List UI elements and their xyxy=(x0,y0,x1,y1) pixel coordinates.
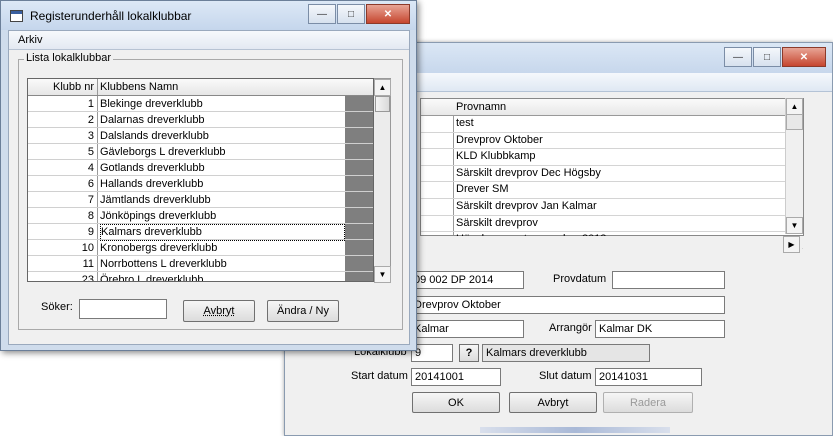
menubar: Arkiv xyxy=(9,31,409,50)
close-icon: ✕ xyxy=(383,8,393,20)
table-row[interactable]: 2 Dalarnas dreverklubb xyxy=(28,112,373,128)
ort-field[interactable]: Kalmar xyxy=(410,320,524,338)
maximize-button[interactable]: □ xyxy=(753,47,781,67)
provnamn-field[interactable]: Drevprov Oktober xyxy=(410,296,725,314)
provdatum-label: Provdatum xyxy=(553,273,607,285)
search-input[interactable] xyxy=(79,299,167,319)
window-title: Registerunderhåll lokalklubbar xyxy=(30,9,192,23)
scroll-down-icon[interactable]: ▼ xyxy=(786,217,803,234)
start-datum-label: Start datum xyxy=(351,370,408,382)
scroll-right-icon[interactable]: ▶ xyxy=(783,236,800,253)
slut-datum-field[interactable]: 20141031 xyxy=(595,368,702,386)
prov-grid[interactable]: Provnamn test Drevprov Oktober KLD Klubb… xyxy=(420,98,804,249)
start-datum-field[interactable]: 20141001 xyxy=(411,368,501,386)
table-row[interactable]: 7 Jämtlands dreverklubb xyxy=(28,192,373,208)
lookup-button[interactable]: ? xyxy=(459,344,479,362)
front-window-titlebar[interactable]: Registerunderhåll lokalklubbar — □ ✕ xyxy=(1,1,416,30)
provnr-field[interactable]: 09 002 DP 2014 xyxy=(410,271,524,289)
arrangor-field[interactable]: Kalmar DK xyxy=(595,320,725,338)
table-row[interactable]: Särskilt drevprov Jan Kalmar xyxy=(421,199,803,216)
scroll-up-icon[interactable]: ▲ xyxy=(374,79,391,96)
provnamn-header: Provnamn xyxy=(456,101,507,113)
club-grid-vscroll[interactable]: ▲ ▼ xyxy=(374,78,391,283)
minimize-icon: — xyxy=(733,51,743,63)
cancel-button[interactable]: Avbryt xyxy=(183,300,255,322)
close-button[interactable]: ✕ xyxy=(366,4,410,24)
club-grid[interactable]: Klubb nr Klubbens Namn 1 Blekinge dreverk… xyxy=(27,78,374,282)
scroll-thumb[interactable] xyxy=(786,114,803,130)
menu-arkiv[interactable]: Arkiv xyxy=(18,34,42,46)
table-row[interactable]: 3 Dalslands dreverklubb xyxy=(28,128,373,144)
klubb-nr-header: Klubb nr xyxy=(28,79,98,95)
maximize-button[interactable]: □ xyxy=(337,4,365,24)
club-grid-header[interactable]: Klubb nr Klubbens Namn xyxy=(28,79,373,96)
scroll-thumb[interactable] xyxy=(375,96,390,112)
table-row[interactable]: test xyxy=(421,116,803,133)
maximize-icon: □ xyxy=(763,51,771,63)
table-row[interactable]: Särskilt drevprov xyxy=(421,216,803,233)
lokalklubb-nr-field[interactable]: 9 xyxy=(411,344,453,362)
delete-button[interactable]: Radera xyxy=(603,392,693,413)
table-row[interactable]: Drevprov Oktober xyxy=(421,133,803,150)
provdatum-field[interactable] xyxy=(612,271,725,289)
lokalklubb-name-field: Kalmars dreverklubb xyxy=(482,344,650,362)
scroll-up-icon[interactable]: ▲ xyxy=(786,98,803,115)
table-row[interactable]: 11 Norrbottens L dreverklubb xyxy=(28,256,373,272)
club-register-window: Registerunderhåll lokalklubbar — □ ✕ Ark… xyxy=(0,0,417,351)
maximize-icon: □ xyxy=(347,8,355,20)
back-cancel-button[interactable]: Avbryt xyxy=(509,392,597,413)
table-row[interactable]: 4 Gotlands dreverklubb xyxy=(28,160,373,176)
app-icon xyxy=(10,10,23,22)
search-label: Söker: xyxy=(41,301,73,313)
slut-datum-label: Slut datum xyxy=(539,370,592,382)
table-row[interactable]: Särskilt drevprov Dec Högsby xyxy=(421,166,803,183)
close-icon: ✕ xyxy=(799,51,809,63)
prov-grid-vscroll[interactable]: ▲ ▼ xyxy=(785,98,803,234)
table-row[interactable]: KLD Klubbkamp xyxy=(421,149,803,166)
table-row-selected[interactable]: 9 Kalmars dreverklubb xyxy=(28,224,373,241)
minimize-button[interactable]: — xyxy=(308,4,336,24)
scroll-down-icon[interactable]: ▼ xyxy=(374,266,391,283)
table-row[interactable]: Drever SM xyxy=(421,182,803,199)
group-label: Lista lokalklubbar xyxy=(24,52,113,64)
table-row[interactable]: 1 Blekinge dreverklubb xyxy=(28,96,373,112)
edit-new-button[interactable]: Ändra / Ny xyxy=(267,300,339,322)
minimize-icon: — xyxy=(317,8,327,20)
background-strip xyxy=(480,427,670,433)
table-row[interactable]: 8 Jönköpings dreverklubb xyxy=(28,208,373,224)
ok-button[interactable]: OK xyxy=(412,392,500,413)
prov-grid-hscroll[interactable]: ▶ xyxy=(420,236,802,253)
close-button[interactable]: ✕ xyxy=(782,47,826,67)
klubb-namn-header: Klubbens Namn xyxy=(100,81,179,93)
table-row[interactable]: 5 Gävleborgs L dreverklubb xyxy=(28,144,373,160)
table-row[interactable]: 10 Kronobergs dreverklubb xyxy=(28,240,373,256)
table-row[interactable]: 23 Örebro L dreverklubb xyxy=(28,272,373,281)
arrangor-label: Arrangör xyxy=(549,322,592,334)
front-window-body: Arkiv Lista lokalklubbar Klubb nr Klubbe… xyxy=(8,30,410,345)
prov-grid-header[interactable]: Provnamn xyxy=(421,99,803,116)
minimize-button[interactable]: — xyxy=(724,47,752,67)
table-row[interactable]: 6 Hallands dreverklubb xyxy=(28,176,373,192)
